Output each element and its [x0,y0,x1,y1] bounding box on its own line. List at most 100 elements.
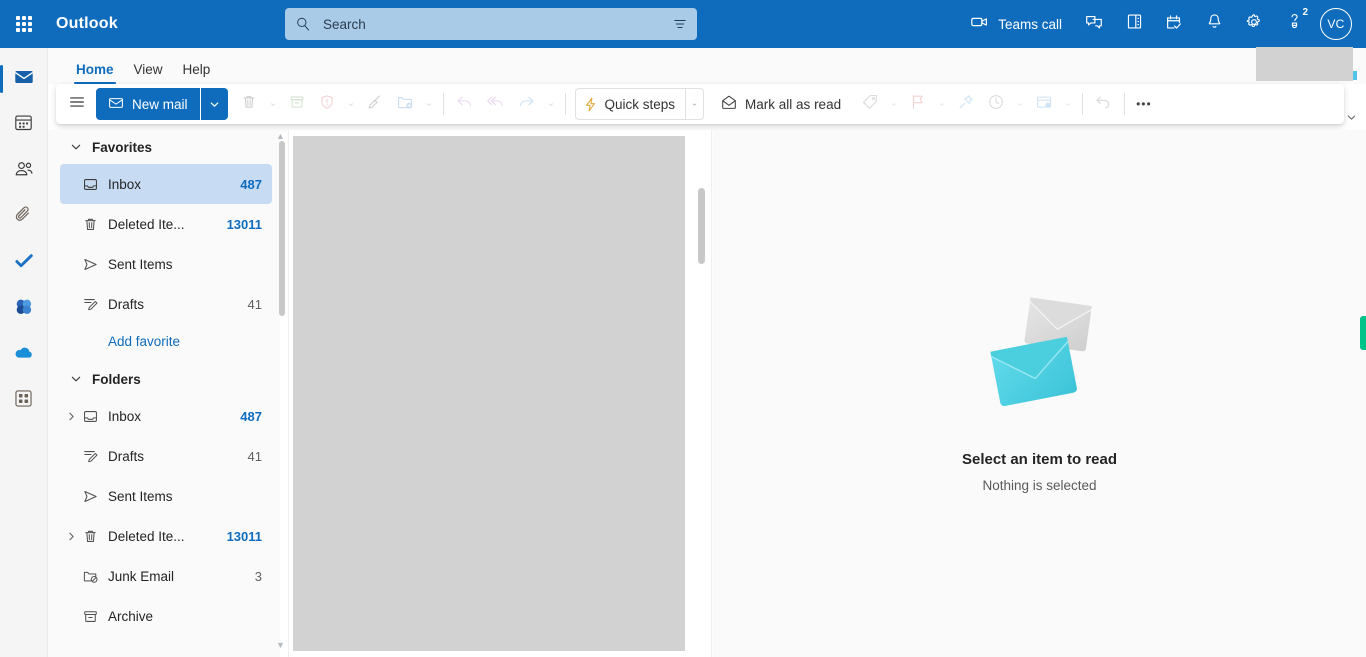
new-mail-button[interactable]: New mail [96,88,200,120]
folder-archive[interactable]: Archive [60,596,272,636]
chevron-down-icon [892,102,897,106]
reply-all-button[interactable] [480,88,511,120]
teams-call-button[interactable]: Teams call [958,0,1074,48]
folder-inbox[interactable]: Inbox 487 [60,396,272,436]
feedback-tab[interactable] [1360,316,1366,350]
chevron-right-icon[interactable] [60,531,82,542]
app-launcher-icon[interactable] [0,0,48,48]
my-day-button[interactable] [1154,0,1194,48]
flag-button[interactable] [903,88,933,120]
folder-favorite-drafts[interactable]: Drafts 41 [60,284,272,324]
categorize-button[interactable] [855,88,885,120]
move-to-caret-button[interactable] [420,88,438,120]
filter-icon[interactable] [673,17,687,31]
rules-caret-button[interactable] [1059,88,1077,120]
quick-steps-label: Quick steps [604,96,676,112]
undo-button[interactable] [1088,88,1119,120]
folder-junk-email[interactable]: Junk Email 3 [60,556,272,596]
forward-button[interactable] [511,88,542,120]
rail-item-onedrive[interactable] [0,332,48,378]
undo-icon [1094,92,1113,116]
folder-favorite-deleted-items[interactable]: Deleted Ite... 13011 [60,204,272,244]
rail-item-mail[interactable] [0,56,48,102]
overflow-button[interactable]: ••• [1130,88,1158,120]
quick-steps-button[interactable]: Quick steps [576,88,686,120]
delete-caret-button[interactable] [264,88,282,120]
report-caret-button[interactable] [342,88,360,120]
folder-deleted-items[interactable]: Deleted Ite... 13011 [60,516,272,556]
notifications-button[interactable] [1194,0,1234,48]
message-list-scroll-thumb[interactable] [698,188,705,264]
help-button[interactable]: 2 [1274,0,1314,48]
pin-icon [957,93,975,116]
avatar[interactable]: VC [1320,8,1352,40]
folder-drafts[interactable]: Drafts 41 [60,436,272,476]
onenote-button[interactable] [1114,0,1154,48]
folder-pane-scroll-thumb[interactable] [279,141,285,316]
mark-all-as-read-button[interactable]: Mark all as read [714,88,847,120]
report-button[interactable] [312,88,342,120]
search-placeholder: Search [323,16,366,32]
folder-sent-items[interactable]: Sent Items [60,476,272,516]
question-lightbulb-icon [1285,12,1304,36]
chat-button[interactable] [1074,0,1114,48]
folder-favorite-inbox[interactable]: Inbox 487 [60,164,272,204]
snooze-button[interactable] [981,88,1011,120]
favorites-section-header[interactable]: Favorites [48,130,280,164]
folder-label: Drafts [108,296,145,312]
ellipsis-icon: ••• [1136,97,1152,111]
move-to-button[interactable] [390,88,420,120]
sweep-button[interactable] [360,88,390,120]
folder-favorite-sent-items[interactable]: Sent Items [60,244,272,284]
empty-state-subtitle: Nothing is selected [982,478,1097,493]
pin-button[interactable] [951,88,981,120]
forward-caret-button[interactable] [542,88,560,120]
rail-item-more-apps[interactable] [0,378,48,424]
command-bar: New mail Quick steps Mark all as read ••… [56,84,1344,124]
message-list[interactable] [288,130,712,657]
chevron-right-icon[interactable] [60,411,82,422]
chevron-down-icon [348,102,353,106]
add-favorite-link[interactable]: Add favorite [108,324,280,358]
archive-button[interactable] [282,88,312,120]
tab-help[interactable]: Help [173,62,221,84]
tab-view[interactable]: View [124,62,173,84]
rail-item-people[interactable] [0,148,48,194]
rail-item-files[interactable] [0,194,48,240]
open-envelope-icon [720,93,738,116]
chevron-down-icon [692,103,697,105]
message-list-scrollbar[interactable] [698,180,705,650]
chat-icon [1084,12,1104,37]
reply-button[interactable] [449,88,480,120]
trash-icon [82,216,108,233]
app-title[interactable]: Outlook [56,15,118,33]
settings-button[interactable] [1234,0,1274,48]
rules-button[interactable] [1029,88,1059,120]
snooze-caret-button[interactable] [1011,88,1029,120]
search-icon [295,16,311,32]
folder-label: Inbox [108,176,142,192]
waffle-grid [16,16,32,32]
flag-caret-button[interactable] [933,88,951,120]
folder-pane-scroll-down-arrow[interactable]: ▼ [276,640,285,650]
new-mail-caret-button[interactable] [199,88,228,120]
command-bar-separator [1082,93,1084,115]
rail-item-calendar[interactable] [0,102,48,148]
folder-count: 487 [240,408,262,424]
ribbon-tab-strip: Home View Help [48,48,1366,84]
rail-item-to-do[interactable] [0,240,48,286]
categorize-caret-button[interactable] [885,88,903,120]
folders-section-header[interactable]: Folders [48,362,280,396]
broom-icon [366,93,384,116]
tab-home[interactable]: Home [66,62,124,84]
hamburger-menu-button[interactable] [62,88,92,120]
search-input[interactable]: Search [285,8,697,40]
ribbon-collapse-button[interactable] [1340,106,1362,128]
quick-steps-group[interactable]: Quick steps [574,88,705,120]
rail-item-viva-engage[interactable] [0,286,48,332]
folder-pane-scrollbar[interactable] [279,136,285,651]
delete-button[interactable] [234,88,264,120]
command-bar-separator [442,93,444,115]
quick-steps-caret-button[interactable] [685,89,703,119]
chevron-down-icon [210,101,218,107]
